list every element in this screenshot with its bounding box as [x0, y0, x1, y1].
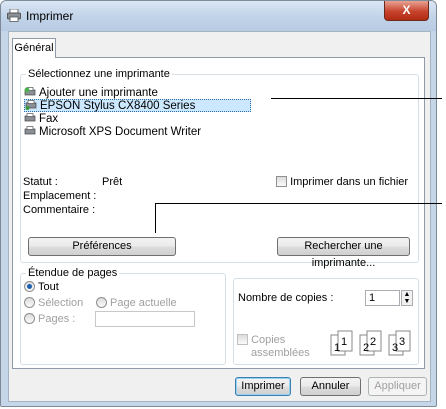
checkbox-box[interactable] [276, 176, 287, 187]
radio-button[interactable] [24, 297, 35, 308]
radio-pages[interactable]: Pages : [24, 313, 75, 325]
select-printer-legend: Sélectionnez une imprimante [26, 68, 172, 80]
print-to-file-checkbox[interactable]: Imprimer dans un fichier [276, 176, 408, 188]
annotation-pointer-line [271, 98, 442, 99]
radio-all[interactable]: Tout [24, 281, 59, 293]
apply-button[interactable]: Appliquer [368, 377, 427, 396]
collate-label-2: assemblées [251, 347, 310, 359]
status-label: Statut : [23, 176, 58, 188]
cancel-button[interactable]: Annuler [300, 377, 361, 396]
radio-button[interactable] [24, 313, 35, 324]
chevron-down-icon[interactable]: ▼ [404, 298, 411, 305]
collate-checkbox[interactable]: Copies [237, 334, 285, 346]
radio-button[interactable] [24, 281, 35, 292]
printer-item-xps[interactable]: Microsoft XPS Document Writer [24, 126, 201, 139]
collate-page-number: 2 [363, 342, 369, 354]
printer-item-label: Fax [39, 113, 59, 125]
fax-icon [24, 113, 36, 122]
close-button[interactable]: X [384, 1, 429, 21]
printer-item-label: Microsoft XPS Document Writer [39, 126, 202, 138]
radio-button[interactable] [96, 297, 107, 308]
tab-general[interactable]: Général [12, 38, 56, 58]
radio-current-page-label: Page actuelle [110, 297, 177, 309]
close-icon: X [402, 3, 411, 17]
find-printer-button[interactable]: Rechercher une imprimante... [277, 237, 410, 269]
printer-item-label: Ajouter une imprimante [39, 87, 158, 99]
copies-number-input[interactable]: 1 [365, 290, 400, 306]
print-button[interactable]: Imprimer [235, 377, 291, 396]
chevron-up-icon[interactable]: ▲ [404, 291, 411, 298]
radio-all-label: Tout [38, 281, 59, 293]
comment-label: Commentaire : [23, 204, 96, 216]
window-title: Imprimer [26, 9, 74, 23]
dialog-client-area: Général Sélectionnez une imprimante Ajou… [8, 31, 431, 402]
collate-page-number: 3 [392, 342, 398, 354]
location-label: Emplacement : [23, 190, 97, 202]
annotation-pointer-line [155, 203, 442, 204]
printer-item-label: EPSON Stylus CX8400 Series [40, 100, 196, 112]
printer-item-epson[interactable]: EPSON Stylus CX8400 Series [24, 99, 251, 112]
collate-page-number: 1 [334, 342, 340, 354]
radio-selection[interactable]: Sélection [24, 297, 83, 309]
status-value: Prêt [102, 176, 123, 188]
radio-selection-label: Sélection [38, 297, 84, 309]
pages-input[interactable] [95, 311, 195, 327]
tab-panel-general: Sélectionnez une imprimante Ajouter une … [12, 57, 425, 369]
print-to-file-label: Imprimer dans un fichier [290, 176, 409, 188]
title-bar[interactable]: Imprimer X [1, 1, 436, 31]
radio-current-page[interactable]: Page actuelle [96, 297, 177, 309]
radio-pages-label: Pages : [38, 313, 76, 325]
collate-illustration-icon: 1 1 2 2 3 3 [330, 330, 411, 356]
page-range-group: Étendue de pages Tout Sélection Page act… [20, 267, 226, 365]
collate-page-number: 2 [370, 336, 376, 348]
page-range-legend: Étendue de pages [26, 267, 120, 279]
checkbox-box[interactable] [237, 334, 248, 345]
printer-icon [7, 9, 21, 22]
copies-stepper[interactable]: ▲ ▼ [401, 290, 413, 306]
printer-icon [24, 126, 36, 135]
preferences-button[interactable]: Préférences [28, 237, 176, 256]
copies-number-value: 1 [369, 292, 376, 304]
collate-label-1: Copies [251, 334, 286, 346]
collate-page-number: 3 [399, 336, 405, 348]
collate-page-number: 1 [341, 336, 347, 348]
printer-item-fax[interactable]: Fax [24, 113, 58, 126]
annotation-pointer-line [155, 203, 156, 233]
copies-group: Nombre de copies : 1 ▲ ▼ Copies assemblée… [233, 278, 419, 365]
select-printer-group: Sélectionnez une imprimante Ajouter une … [20, 68, 419, 269]
copies-number-label: Nombre de copies : [238, 292, 334, 304]
add-printer-icon [24, 87, 36, 96]
printer-icon [25, 100, 37, 110]
